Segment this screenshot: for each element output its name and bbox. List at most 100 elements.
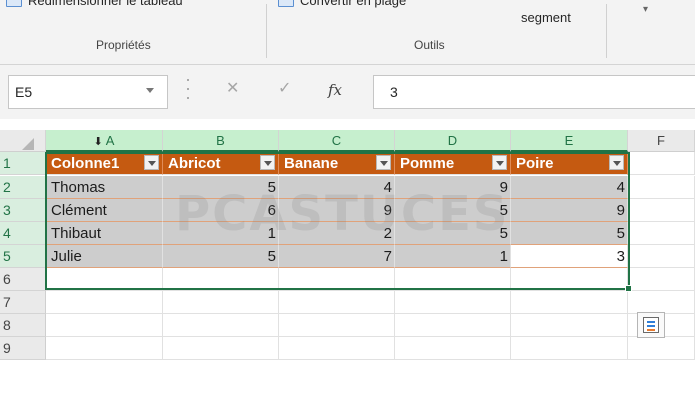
chevron-down-icon[interactable]: ▾ [643,4,648,15]
table-cell[interactable]: 9 [511,199,628,222]
filter-dropdown-icon[interactable] [376,155,391,170]
cell[interactable] [279,337,395,360]
cell[interactable] [46,291,163,314]
table-cell[interactable]: 5 [395,222,511,245]
cell[interactable] [628,291,695,314]
table-cell[interactable]: Thibaut [46,222,163,245]
column-header-e[interactable]: E [511,130,628,152]
table-cell[interactable]: 1 [163,222,279,245]
cell-f1[interactable] [628,152,695,175]
convert-range-icon [278,0,294,7]
column-header-b[interactable]: B [163,130,279,152]
cell-value: Pomme [400,155,455,172]
filter-dropdown-icon[interactable] [492,155,507,170]
column-header-f[interactable]: F [628,130,695,152]
cell[interactable] [163,337,279,360]
cell[interactable] [511,268,628,291]
cell[interactable] [395,268,511,291]
cell[interactable] [511,291,628,314]
table-cell[interactable]: 5 [163,245,279,268]
drag-handle-icon[interactable] [186,79,190,99]
row-header-4[interactable]: 4 [0,222,46,245]
cell[interactable] [163,314,279,337]
table-cell[interactable]: 7 [279,245,395,268]
column-header-c[interactable]: C [279,130,395,152]
table-header-cell[interactable]: Poire [511,152,628,175]
active-cell[interactable]: 3 [511,245,628,268]
row-header-5[interactable]: 5 [0,245,46,268]
filter-dropdown-icon[interactable] [260,155,275,170]
cell[interactable] [395,291,511,314]
table-cell[interactable]: 2 [279,222,395,245]
cell[interactable] [628,337,695,360]
table-cell[interactable]: Thomas [46,176,163,199]
row-header-9[interactable]: 9 [0,337,46,360]
cell-value: 9 [383,202,392,219]
quick-analysis-icon [643,317,659,333]
table-cell[interactable]: 5 [395,199,511,222]
close-icon[interactable]: ✕ [226,78,239,98]
row-header-2[interactable]: 2 [0,176,46,199]
table-header-cell[interactable]: Pomme [395,152,511,175]
cell[interactable] [511,337,628,360]
name-box[interactable]: E5 [8,75,168,109]
row-header-6[interactable]: 6 [0,268,46,291]
column-label: A [105,133,115,148]
cell[interactable] [628,199,695,222]
cell[interactable] [628,245,695,268]
cell[interactable] [628,176,695,199]
worksheet-grid: ⬇ ABCDEF 123456789 Colonne1 Abricot Banane… [0,130,695,409]
cell[interactable] [163,291,279,314]
table-header-cell[interactable]: Colonne1 [46,152,163,175]
row-header-7[interactable]: 7 [0,291,46,314]
chevron-down-icon[interactable] [146,88,154,93]
filter-dropdown-icon[interactable] [144,155,159,170]
table-header-cell[interactable]: Banane [279,152,395,175]
cell[interactable] [279,314,395,337]
cell[interactable] [279,268,395,291]
table-cell[interactable]: 4 [279,176,395,199]
table-cell[interactable]: 4 [511,176,628,199]
cell[interactable] [628,222,695,245]
column-header-d[interactable]: D [395,130,511,152]
cell[interactable] [46,268,163,291]
table-cell[interactable]: Julie [46,245,163,268]
cell[interactable] [46,314,163,337]
table-cell[interactable]: Clément [46,199,163,222]
table-cell[interactable]: 6 [163,199,279,222]
cell[interactable] [163,268,279,291]
cell[interactable] [395,337,511,360]
resize-table-button[interactable]: Redimensionner le tableau [6,0,183,8]
table-cell[interactable]: 5 [511,222,628,245]
insert-function-icon[interactable]: fx [328,81,342,99]
filter-dropdown-icon[interactable] [609,155,624,170]
row-header-1[interactable]: 1 [0,152,46,175]
table-cell[interactable]: 5 [163,176,279,199]
column-header-a[interactable]: ⬇ A [46,130,163,152]
cell-value: Abricot [168,155,221,172]
convert-to-range-button[interactable]: Convertir en plage [278,0,406,8]
table-header-cell[interactable]: Abricot [163,152,279,175]
cell-value: 7 [383,248,392,265]
table-cell[interactable]: 9 [395,176,511,199]
cell-value: Banane [284,155,339,172]
cell-value: Colonne1 [51,155,120,172]
row-header-8[interactable]: 8 [0,314,46,337]
cell[interactable] [46,337,163,360]
table-cell[interactable]: 1 [395,245,511,268]
insert-slicer-button[interactable]: segment [521,10,571,25]
ribbon: Redimensionner le tableau Convertir en p… [0,0,695,65]
cell[interactable] [395,314,511,337]
check-icon[interactable]: ✓ [278,78,291,98]
quick-analysis-button[interactable] [637,312,665,338]
cell[interactable] [279,291,395,314]
cell[interactable] [628,268,695,291]
formula-input[interactable]: 3 [373,75,695,109]
cell[interactable] [511,314,628,337]
cell-value: 6 [267,202,276,219]
group-properties: Propriétés [96,38,151,52]
select-all-corner[interactable] [0,130,46,152]
row-header-3[interactable]: 3 [0,199,46,222]
table-cell[interactable]: 9 [279,199,395,222]
fill-handle[interactable] [625,285,632,292]
